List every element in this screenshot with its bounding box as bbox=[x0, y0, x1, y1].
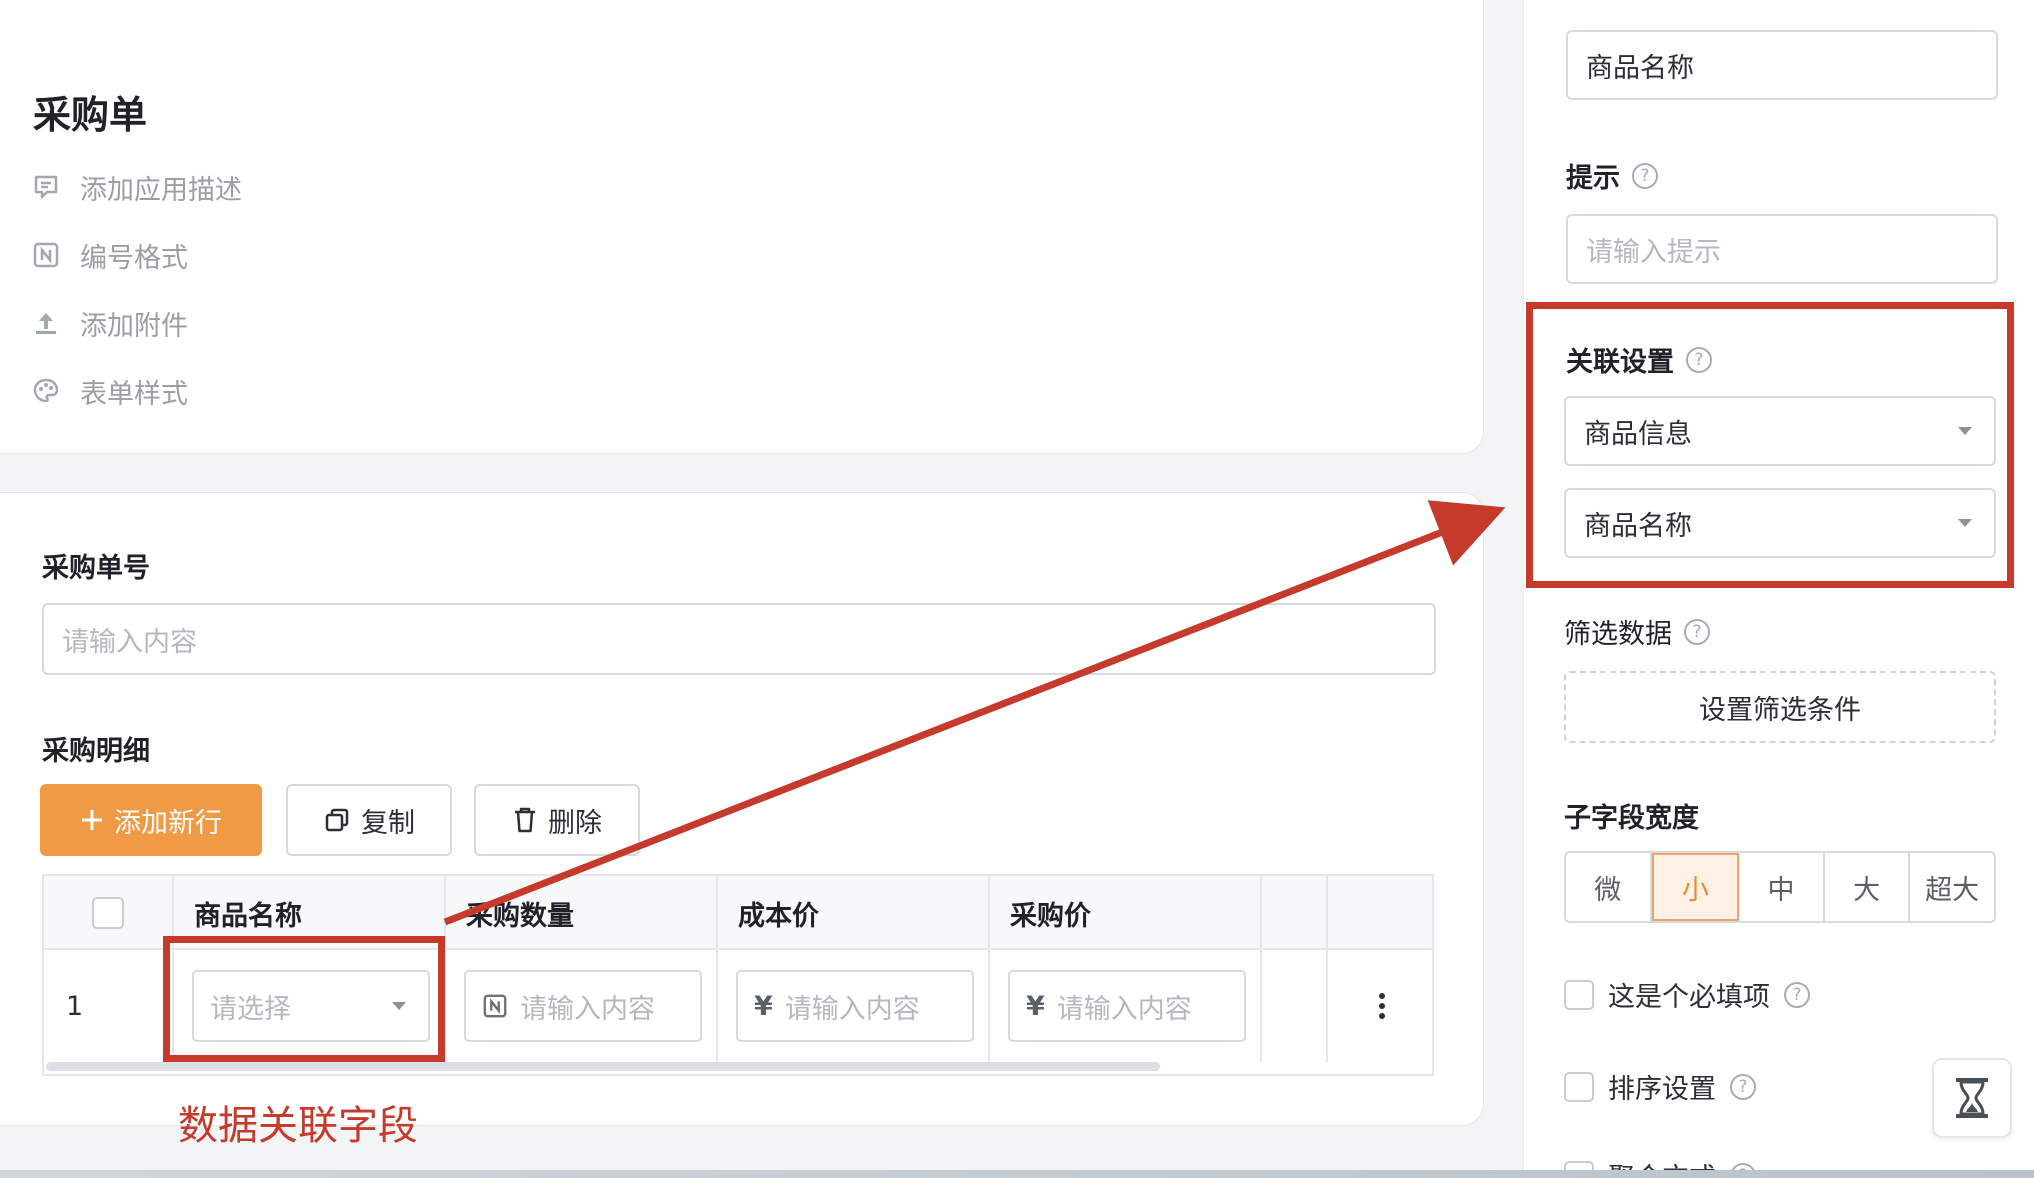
annotation-arrow bbox=[443, 500, 1506, 926]
annotation-label: 数据关联字段 bbox=[178, 1103, 418, 1149]
